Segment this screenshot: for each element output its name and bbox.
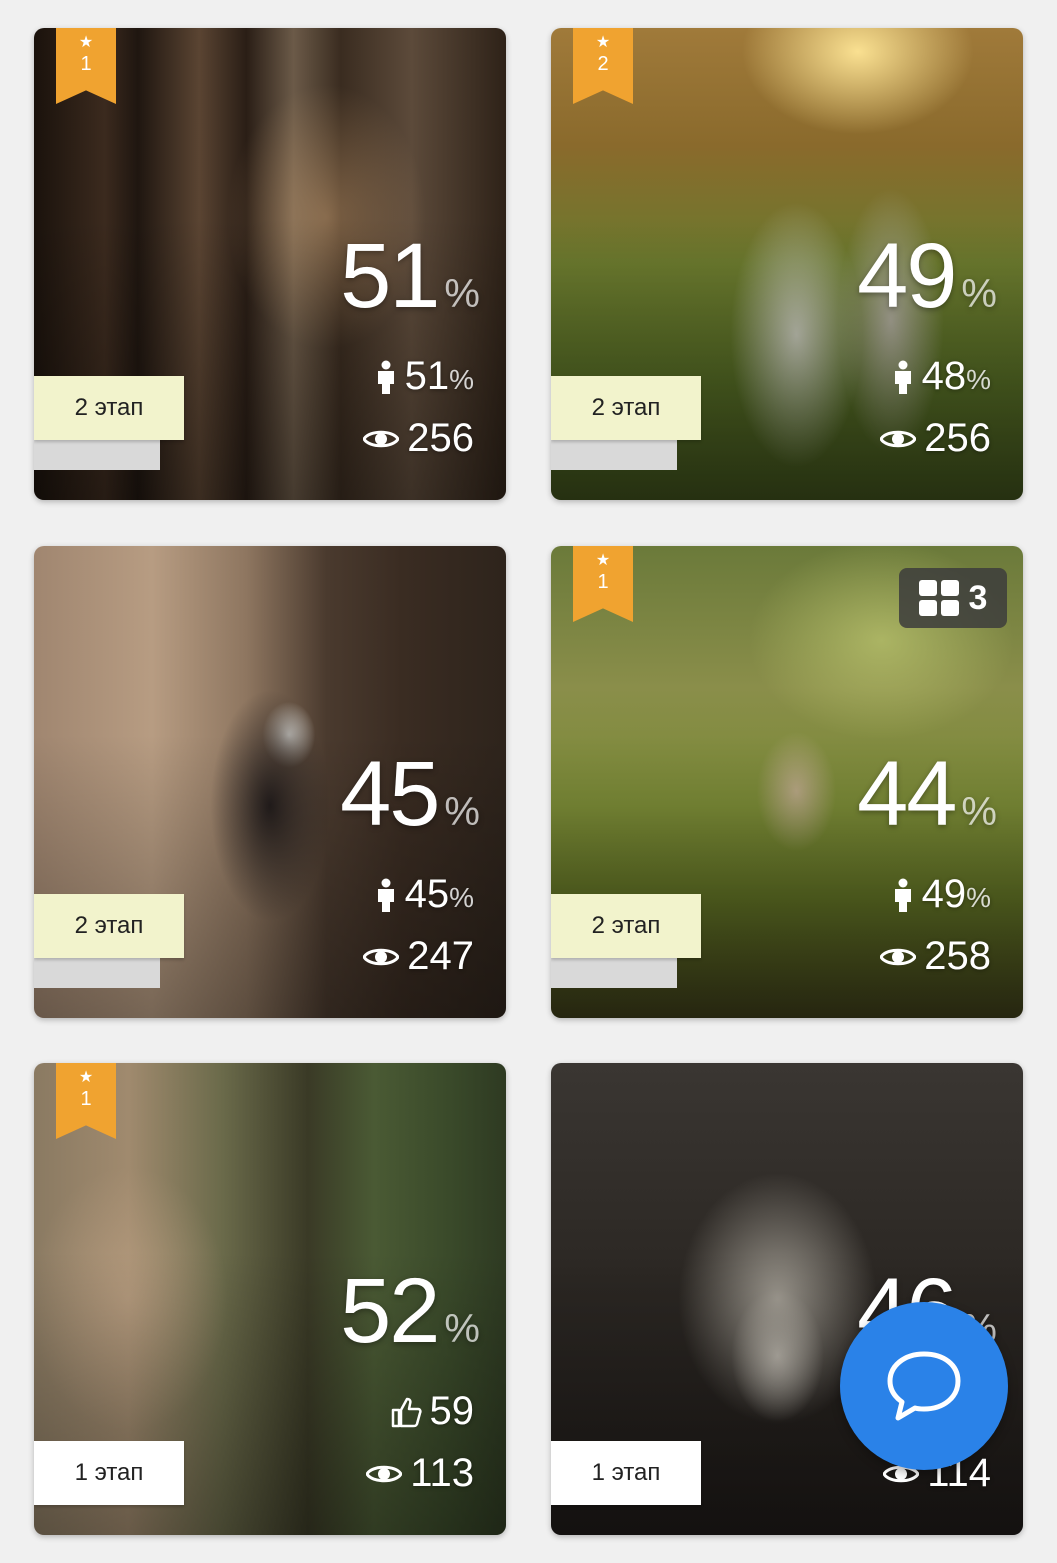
photo-card-5[interactable]: ★ 1 52% 59 113 1 этап [34,1063,506,1535]
photo-card-1[interactable]: ★ 1 51% 51% 256 2 этап [34,28,506,500]
likes-stat: 59 [390,1389,475,1434]
stage-label: 1 этап [551,1441,701,1505]
metric-unit: % [449,882,474,913]
stage-shadow [551,958,677,988]
metric-value: 49 [921,872,967,916]
views-stat: 113 [366,1451,474,1496]
stage-shadow [34,958,160,988]
photo-card-4[interactable]: ★ 1 3 44% 49% 258 2 этап [551,546,1023,1018]
stage-label: 2 этап [551,376,701,440]
eye-icon [366,1465,403,1482]
thumbs-up-icon [391,1397,422,1427]
stage-label: 1 этап [34,1441,184,1505]
rank-number: 1 [597,571,609,593]
person-icon [894,878,911,912]
stage-label: 2 этап [551,894,701,958]
star-icon: ★ [595,34,611,51]
views-value: 247 [407,934,474,978]
likes-value: 59 [429,1389,475,1433]
stage-label: 2 этап [34,894,184,958]
gallery-count: 3 [968,578,988,617]
photo-grid: ★ 1 51% 51% 256 2 этап ★ 2 49% 48% 256 2… [0,0,1057,1563]
person-icon [377,878,394,912]
score-unit: % [961,272,997,316]
score-value: 52 [340,1260,440,1362]
person-icon [894,360,911,394]
metric-stat: 48% [892,354,991,399]
views-stat: 256 [363,416,474,461]
metric-unit: % [449,364,474,395]
score-display: 49% [857,224,997,329]
photo-card-3[interactable]: 45% 45% 247 2 этап [34,546,506,1018]
metric-unit: % [966,882,991,913]
metric-stat: 49% [892,872,991,917]
score-value: 44 [857,743,957,845]
score-display: 45% [340,742,480,847]
photo-card-2[interactable]: ★ 2 49% 48% 256 2 этап [551,28,1023,500]
metric-value: 48 [921,354,967,398]
rank-number: 2 [597,53,609,75]
metric-value: 45 [404,872,450,916]
rank-number: 1 [80,53,92,75]
stage-shadow [34,440,160,470]
score-display: 44% [857,742,997,847]
score-display: 52% [340,1259,480,1364]
stage-shadow [551,440,677,470]
views-value: 256 [924,416,991,460]
score-unit: % [444,790,480,834]
score-unit: % [961,790,997,834]
score-value: 45 [340,743,440,845]
eye-icon [880,430,917,447]
gallery-count-badge[interactable]: 3 [899,568,1007,628]
views-value: 256 [407,416,474,460]
score-value: 49 [857,225,957,327]
stage-label: 2 этап [34,376,184,440]
score-unit: % [444,1307,480,1351]
star-icon: ★ [78,34,94,51]
metric-unit: % [966,364,991,395]
eye-icon [880,948,917,965]
rank-number: 1 [80,1088,92,1110]
metric-stat: 45% [375,872,474,917]
views-stat: 247 [363,934,474,979]
views-stat: 258 [880,934,991,979]
grid-icon [918,580,959,616]
chat-button[interactable] [840,1302,1008,1470]
metric-value: 51 [404,354,450,398]
eye-icon [363,948,400,965]
person-icon [377,360,394,394]
score-value: 51 [340,225,440,327]
eye-icon [363,430,400,447]
views-stat: 256 [880,416,991,461]
metric-stat: 51% [375,354,474,399]
views-value: 113 [410,1451,474,1495]
star-icon: ★ [78,1069,94,1086]
score-unit: % [444,272,480,316]
star-icon: ★ [595,552,611,569]
views-value: 258 [924,934,991,978]
chat-bubble-icon [887,1351,961,1421]
score-display: 51% [340,224,480,329]
